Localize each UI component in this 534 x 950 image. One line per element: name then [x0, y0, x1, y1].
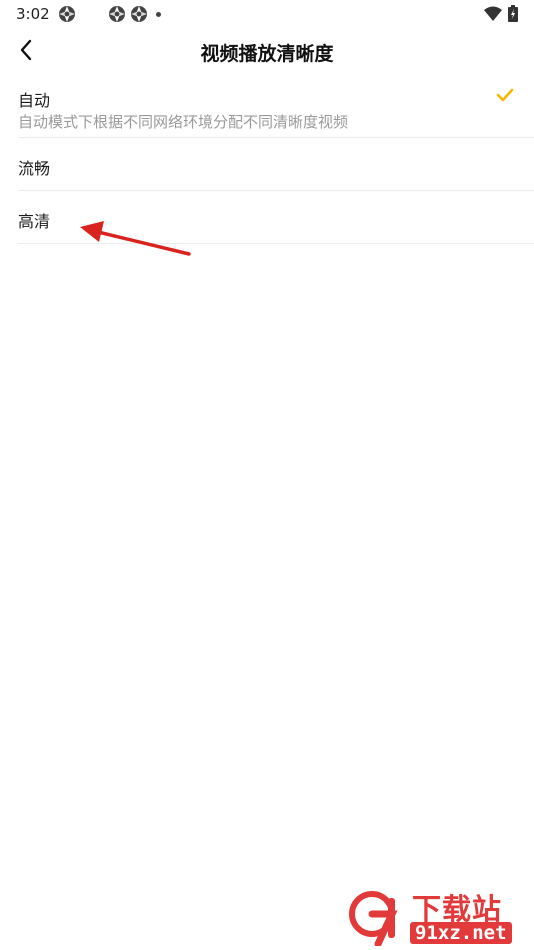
- aperture-icon: [130, 5, 148, 23]
- quality-options-list: 自动 自动模式下根据不同网络环境分配不同清晰度视频 流畅 高清: [18, 79, 534, 244]
- page-title: 视频播放清晰度: [200, 43, 334, 65]
- status-system-icons: [484, 5, 518, 26]
- aperture-icon: [108, 5, 126, 23]
- watermark-logo-icon: [349, 891, 398, 946]
- aperture-icon: [58, 5, 76, 23]
- option-label: 自动: [18, 91, 51, 110]
- option-label: 流畅: [18, 159, 51, 178]
- dot-icon: [156, 11, 161, 17]
- watermark-domain: 91xz.net: [410, 922, 512, 944]
- top-app-bar: 视频播放清晰度: [0, 30, 534, 74]
- battery-charging-icon: [508, 5, 518, 26]
- option-label: 高清: [18, 212, 51, 231]
- option-auto[interactable]: 自动 自动模式下根据不同网络环境分配不同清晰度视频: [18, 79, 534, 138]
- status-time: 3:02: [16, 5, 50, 23]
- option-smooth[interactable]: 流畅: [18, 138, 534, 191]
- wifi-icon: [484, 6, 502, 26]
- option-hd[interactable]: 高清: [18, 191, 534, 244]
- check-icon: [496, 87, 514, 103]
- status-notification-icons: [58, 5, 161, 23]
- screen: 3:02 视频播放清晰度 自动 自动模式下根据不同网络环境分配不同清晰度视频 流…: [0, 0, 534, 950]
- option-description: 自动模式下根据不同网络环境分配不同清晰度视频: [18, 113, 349, 131]
- status-bar: 3:02: [0, 0, 534, 28]
- watermark: 下载站 91xz.net: [348, 886, 528, 948]
